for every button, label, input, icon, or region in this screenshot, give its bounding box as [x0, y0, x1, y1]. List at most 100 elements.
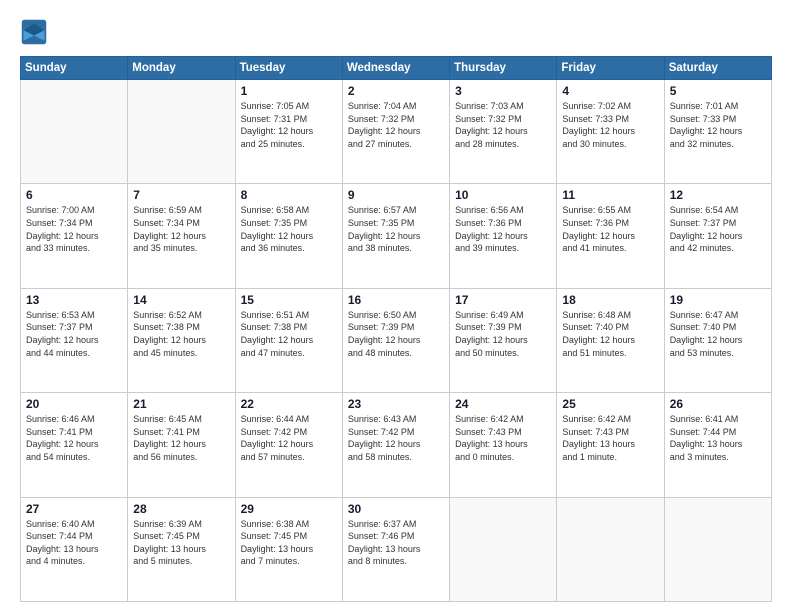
calendar-cell: 20 Sunrise: 6:46 AM Sunset: 7:41 PM Dayli… — [21, 393, 128, 497]
calendar-cell: 21 Sunrise: 6:45 AM Sunset: 7:41 PM Dayli… — [128, 393, 235, 497]
calendar-cell — [450, 497, 557, 601]
logo — [20, 18, 52, 46]
day-info: Sunrise: 7:01 AM Sunset: 7:33 PM Dayligh… — [670, 100, 766, 150]
day-info: Sunrise: 6:43 AM Sunset: 7:42 PM Dayligh… — [348, 413, 444, 463]
day-number: 5 — [670, 84, 766, 98]
calendar-cell: 30Sunrise: 6:37 AM Sunset: 7:46 PM Dayli… — [342, 497, 449, 601]
day-info: Sunrise: 6:51 AM Sunset: 7:38 PM Dayligh… — [241, 309, 337, 359]
day-info: Sunrise: 6:41 AM Sunset: 7:44 PM Dayligh… — [670, 413, 766, 463]
day-info: Sunrise: 7:03 AM Sunset: 7:32 PM Dayligh… — [455, 100, 551, 150]
day-number: 19 — [670, 293, 766, 307]
day-number: 1 — [241, 84, 337, 98]
day-info: Sunrise: 6:53 AM Sunset: 7:37 PM Dayligh… — [26, 309, 122, 359]
day-number: 22 — [241, 397, 337, 411]
calendar-week-row: 6 Sunrise: 7:00 AM Sunset: 7:34 PM Daylig… — [21, 184, 772, 288]
day-number: 10 — [455, 188, 551, 202]
calendar-week-row: 13 Sunrise: 6:53 AM Sunset: 7:37 PM Dayli… — [21, 288, 772, 392]
calendar-cell: 1 Sunrise: 7:05 AM Sunset: 7:31 PM Daylig… — [235, 80, 342, 184]
calendar-cell: 15Sunrise: 6:51 AM Sunset: 7:38 PM Dayli… — [235, 288, 342, 392]
day-info: Sunrise: 6:47 AM Sunset: 7:40 PM Dayligh… — [670, 309, 766, 359]
calendar-cell: 3 Sunrise: 7:03 AM Sunset: 7:32 PM Daylig… — [450, 80, 557, 184]
calendar-cell: 4 Sunrise: 7:02 AM Sunset: 7:33 PM Daylig… — [557, 80, 664, 184]
day-info: Sunrise: 6:58 AM Sunset: 7:35 PM Dayligh… — [241, 204, 337, 254]
day-number: 2 — [348, 84, 444, 98]
calendar-cell: 5 Sunrise: 7:01 AM Sunset: 7:33 PM Daylig… — [664, 80, 771, 184]
calendar-week-row: 20 Sunrise: 6:46 AM Sunset: 7:41 PM Dayli… — [21, 393, 772, 497]
calendar-cell: 26 Sunrise: 6:41 AM Sunset: 7:44 PM Dayli… — [664, 393, 771, 497]
day-info: Sunrise: 6:55 AM Sunset: 7:36 PM Dayligh… — [562, 204, 658, 254]
calendar-cell: 10 Sunrise: 6:56 AM Sunset: 7:36 PM Dayli… — [450, 184, 557, 288]
day-number: 9 — [348, 188, 444, 202]
day-number: 8 — [241, 188, 337, 202]
day-number: 25 — [562, 397, 658, 411]
calendar-cell: 25Sunrise: 6:42 AM Sunset: 7:43 PM Dayli… — [557, 393, 664, 497]
day-number: 12 — [670, 188, 766, 202]
day-info: Sunrise: 7:02 AM Sunset: 7:33 PM Dayligh… — [562, 100, 658, 150]
day-info: Sunrise: 6:46 AM Sunset: 7:41 PM Dayligh… — [26, 413, 122, 463]
calendar-cell: 17Sunrise: 6:49 AM Sunset: 7:39 PM Dayli… — [450, 288, 557, 392]
day-number: 6 — [26, 188, 122, 202]
day-number: 27 — [26, 502, 122, 516]
day-info: Sunrise: 6:56 AM Sunset: 7:36 PM Dayligh… — [455, 204, 551, 254]
day-info: Sunrise: 6:52 AM Sunset: 7:38 PM Dayligh… — [133, 309, 229, 359]
calendar-cell — [664, 497, 771, 601]
day-info: Sunrise: 6:49 AM Sunset: 7:39 PM Dayligh… — [455, 309, 551, 359]
day-number: 14 — [133, 293, 229, 307]
day-info: Sunrise: 6:54 AM Sunset: 7:37 PM Dayligh… — [670, 204, 766, 254]
day-info: Sunrise: 6:57 AM Sunset: 7:35 PM Dayligh… — [348, 204, 444, 254]
weekday-header-tuesday: Tuesday — [235, 57, 342, 80]
day-number: 30 — [348, 502, 444, 516]
calendar-cell: 29 Sunrise: 6:38 AM Sunset: 7:45 PM Dayli… — [235, 497, 342, 601]
calendar-cell: 23 Sunrise: 6:43 AM Sunset: 7:42 PM Dayli… — [342, 393, 449, 497]
day-number: 18 — [562, 293, 658, 307]
calendar-cell: 7 Sunrise: 6:59 AM Sunset: 7:34 PM Daylig… — [128, 184, 235, 288]
day-info: Sunrise: 6:38 AM Sunset: 7:45 PM Dayligh… — [241, 518, 337, 568]
weekday-header-saturday: Saturday — [664, 57, 771, 80]
day-info: Sunrise: 6:39 AM Sunset: 7:45 PM Dayligh… — [133, 518, 229, 568]
day-number: 16 — [348, 293, 444, 307]
calendar-cell: 6 Sunrise: 7:00 AM Sunset: 7:34 PM Daylig… — [21, 184, 128, 288]
day-number: 3 — [455, 84, 551, 98]
day-number: 21 — [133, 397, 229, 411]
calendar-table: SundayMondayTuesdayWednesdayThursdayFrid… — [20, 56, 772, 602]
day-info: Sunrise: 6:40 AM Sunset: 7:44 PM Dayligh… — [26, 518, 122, 568]
day-info: Sunrise: 7:05 AM Sunset: 7:31 PM Dayligh… — [241, 100, 337, 150]
calendar-cell: 11 Sunrise: 6:55 AM Sunset: 7:36 PM Dayli… — [557, 184, 664, 288]
day-number: 13 — [26, 293, 122, 307]
weekday-header-friday: Friday — [557, 57, 664, 80]
day-number: 20 — [26, 397, 122, 411]
calendar-cell: 2 Sunrise: 7:04 AM Sunset: 7:32 PM Daylig… — [342, 80, 449, 184]
day-number: 26 — [670, 397, 766, 411]
calendar-cell: 8 Sunrise: 6:58 AM Sunset: 7:35 PM Daylig… — [235, 184, 342, 288]
calendar-cell: 12 Sunrise: 6:54 AM Sunset: 7:37 PM Dayli… — [664, 184, 771, 288]
day-number: 29 — [241, 502, 337, 516]
calendar-cell — [21, 80, 128, 184]
day-number: 11 — [562, 188, 658, 202]
calendar-week-row: 1 Sunrise: 7:05 AM Sunset: 7:31 PM Daylig… — [21, 80, 772, 184]
calendar-cell: 19 Sunrise: 6:47 AM Sunset: 7:40 PM Dayli… — [664, 288, 771, 392]
day-info: Sunrise: 7:00 AM Sunset: 7:34 PM Dayligh… — [26, 204, 122, 254]
weekday-header-sunday: Sunday — [21, 57, 128, 80]
day-number: 7 — [133, 188, 229, 202]
day-number: 23 — [348, 397, 444, 411]
calendar-cell: 18 Sunrise: 6:48 AM Sunset: 7:40 PM Dayli… — [557, 288, 664, 392]
weekday-header-thursday: Thursday — [450, 57, 557, 80]
day-info: Sunrise: 6:59 AM Sunset: 7:34 PM Dayligh… — [133, 204, 229, 254]
calendar-cell: 14 Sunrise: 6:52 AM Sunset: 7:38 PM Dayli… — [128, 288, 235, 392]
day-info: Sunrise: 6:42 AM Sunset: 7:43 PM Dayligh… — [455, 413, 551, 463]
day-info: Sunrise: 7:04 AM Sunset: 7:32 PM Dayligh… — [348, 100, 444, 150]
header — [20, 18, 772, 46]
calendar-cell: 27 Sunrise: 6:40 AM Sunset: 7:44 PM Dayli… — [21, 497, 128, 601]
day-info: Sunrise: 6:45 AM Sunset: 7:41 PM Dayligh… — [133, 413, 229, 463]
page: SundayMondayTuesdayWednesdayThursdayFrid… — [0, 0, 792, 612]
weekday-header-row: SundayMondayTuesdayWednesdayThursdayFrid… — [21, 57, 772, 80]
day-number: 4 — [562, 84, 658, 98]
calendar-cell: 13 Sunrise: 6:53 AM Sunset: 7:37 PM Dayli… — [21, 288, 128, 392]
day-number: 24 — [455, 397, 551, 411]
logo-icon — [20, 18, 48, 46]
day-number: 28 — [133, 502, 229, 516]
day-info: Sunrise: 6:48 AM Sunset: 7:40 PM Dayligh… — [562, 309, 658, 359]
calendar-week-row: 27 Sunrise: 6:40 AM Sunset: 7:44 PM Dayli… — [21, 497, 772, 601]
calendar-cell: 9 Sunrise: 6:57 AM Sunset: 7:35 PM Daylig… — [342, 184, 449, 288]
calendar-cell — [128, 80, 235, 184]
